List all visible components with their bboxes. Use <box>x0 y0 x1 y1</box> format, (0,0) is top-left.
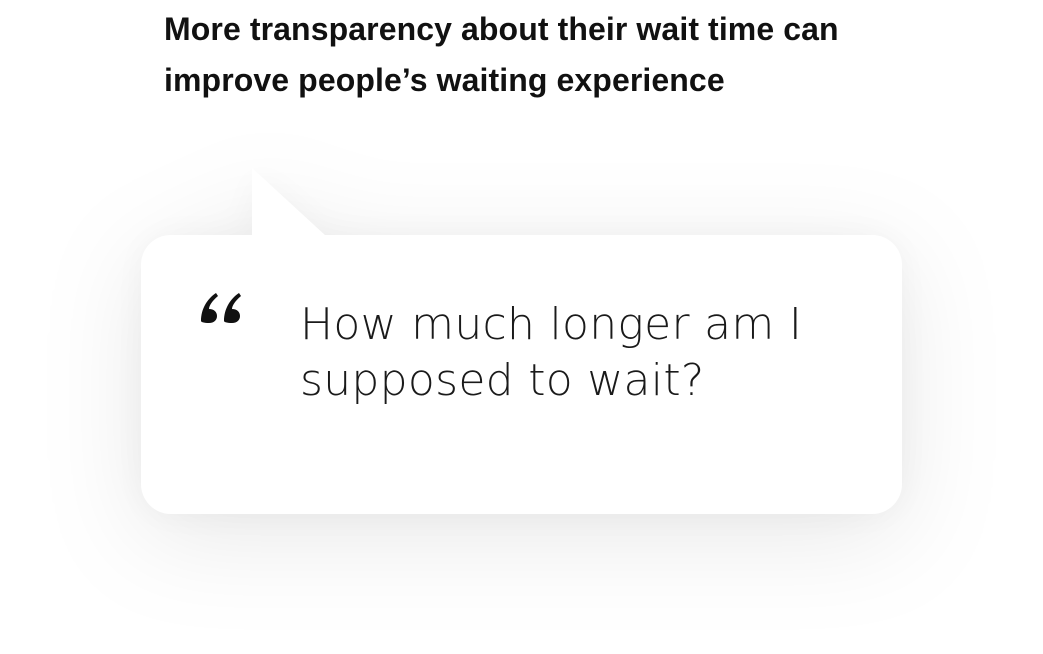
quote-text: How much longer am I supposed to wait? <box>300 299 803 406</box>
quote-open-icon <box>201 293 241 323</box>
speech-bubble-tail <box>252 168 326 236</box>
speech-bubble: How much longer am I supposed to wait? <box>141 168 902 514</box>
speech-bubble-body: How much longer am I supposed to wait? <box>141 235 902 514</box>
headline: More transparency about their wait time … <box>164 11 839 98</box>
